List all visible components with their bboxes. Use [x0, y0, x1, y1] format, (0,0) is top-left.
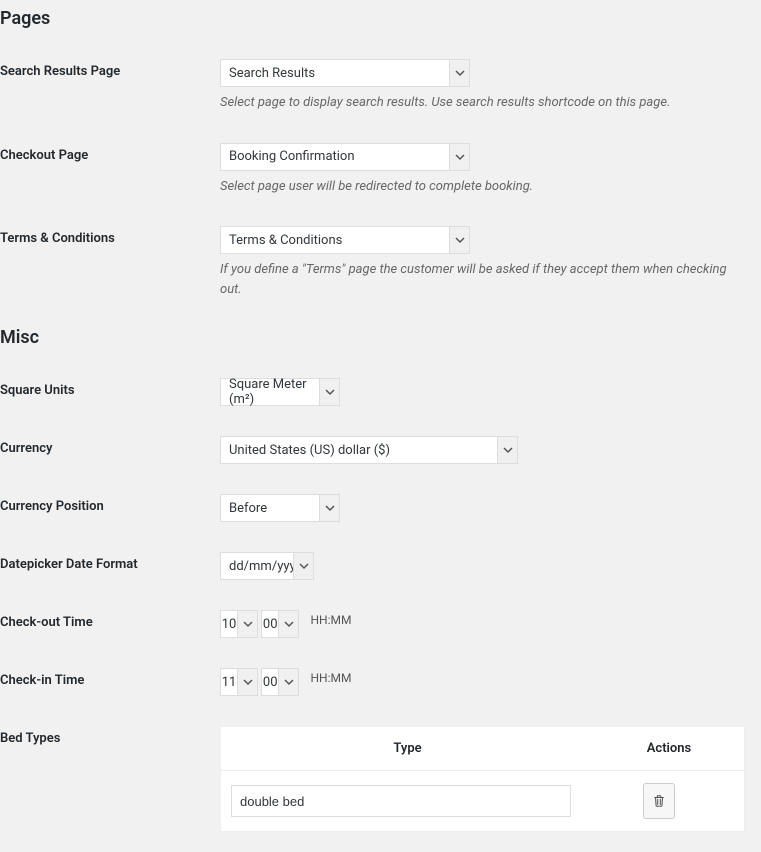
terms-label: Terms & Conditions [0, 216, 220, 319]
delete-button[interactable] [643, 783, 675, 819]
checkout-page-value: Booking Confirmation [221, 144, 449, 170]
search-results-label: Search Results Page [0, 49, 220, 133]
currency-position-value: Before [221, 495, 319, 521]
chevron-down-icon [237, 611, 257, 637]
chevron-down-icon [319, 495, 339, 521]
currency-select[interactable]: United States (US) dollar ($) [220, 436, 518, 464]
currency-value: United States (US) dollar ($) [221, 437, 497, 463]
chevron-down-icon [449, 144, 469, 170]
check-out-mm-value: 00 [262, 611, 278, 637]
misc-table: Square Units Square Meter (m²) Currency … [0, 368, 761, 852]
search-results-desc: Select page to display search results. U… [220, 93, 751, 113]
check-out-mm-select[interactable]: 00 [261, 610, 299, 638]
date-format-label: Datepicker Date Format [0, 542, 220, 600]
trash-icon [652, 794, 666, 808]
check-in-label: Check-in Time [0, 658, 220, 716]
date-format-select[interactable]: dd/mm/yyyy [220, 552, 314, 580]
check-out-hint: HH:MM [310, 610, 351, 630]
checkout-page-select[interactable]: Booking Confirmation [220, 143, 470, 171]
bed-types-label: Bed Types [0, 716, 220, 852]
bed-types-table: Type Actions [220, 726, 745, 832]
check-in-hh-value: 11 [221, 669, 237, 695]
check-out-hh-value: 10 [221, 611, 237, 637]
chevron-down-icon [449, 227, 469, 253]
terms-desc: If you define a "Terms" page the custome… [220, 260, 751, 299]
bed-type-input[interactable] [231, 785, 571, 817]
chevron-down-icon [449, 60, 469, 86]
check-out-hh-select[interactable]: 10 [220, 610, 258, 638]
check-in-mm-select[interactable]: 00 [261, 668, 299, 696]
chevron-down-icon [278, 669, 298, 695]
bed-types-header: Type Actions [221, 727, 744, 771]
chevron-down-icon [237, 669, 257, 695]
square-units-value: Square Meter (m²) [221, 379, 319, 405]
square-units-select[interactable]: Square Meter (m²) [220, 378, 340, 406]
chevron-down-icon [319, 379, 339, 405]
check-in-hh-select[interactable]: 11 [220, 668, 258, 696]
table-row [221, 771, 744, 831]
chevron-down-icon [497, 437, 517, 463]
date-format-value: dd/mm/yyyy [221, 553, 293, 579]
bed-types-col-type: Type [221, 727, 594, 770]
check-in-mm-value: 00 [262, 669, 278, 695]
bed-types-col-actions: Actions [594, 727, 744, 770]
search-results-select[interactable]: Search Results [220, 59, 470, 87]
square-units-label: Square Units [0, 368, 220, 426]
terms-select[interactable]: Terms & Conditions [220, 226, 470, 254]
pages-heading: Pages [0, 8, 761, 29]
check-out-label: Check-out Time [0, 600, 220, 658]
checkout-page-desc: Select page user will be redirected to c… [220, 177, 751, 197]
currency-position-select[interactable]: Before [220, 494, 340, 522]
pages-table: Search Results Page Search Results Selec… [0, 49, 761, 319]
checkout-page-label: Checkout Page [0, 133, 220, 217]
check-in-hint: HH:MM [310, 668, 351, 688]
search-results-value: Search Results [221, 60, 449, 86]
chevron-down-icon [278, 611, 298, 637]
misc-heading: Misc [0, 327, 761, 348]
currency-label: Currency [0, 426, 220, 484]
terms-value: Terms & Conditions [221, 227, 449, 253]
currency-position-label: Currency Position [0, 484, 220, 542]
chevron-down-icon [293, 553, 313, 579]
